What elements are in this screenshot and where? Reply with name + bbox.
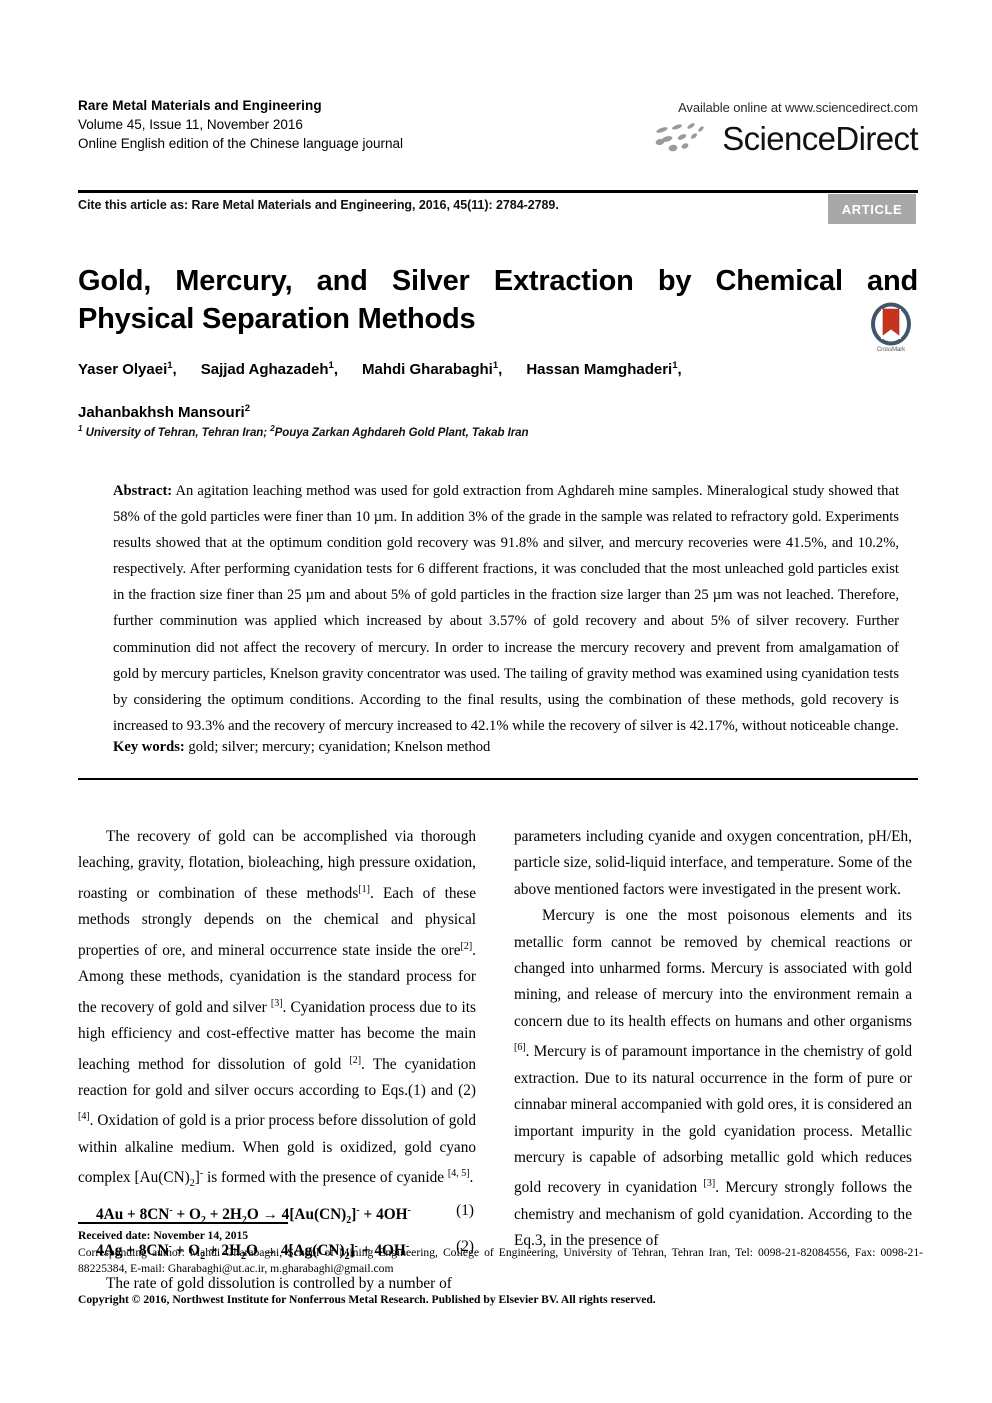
citation-ref-1: [1] <box>358 883 370 895</box>
citation-ref-3: [3] <box>270 997 283 1009</box>
body-column-right: parameters including cyanide and oxygen … <box>514 824 912 1255</box>
right-paragraph-1: parameters including cyanide and oxygen … <box>514 828 912 898</box>
affil-1-text: University of Tehran, Tehran Iran; <box>85 426 268 439</box>
affil-2-text: Pouya Zarkan Aghdareh Gold Plant, Takab … <box>274 426 529 439</box>
author-3-affil: 1 <box>492 360 499 371</box>
author-2: Sajjad Aghazadeh1, <box>200 360 338 378</box>
abstract-body: An agitation leaching method was used fo… <box>113 483 900 734</box>
affiliations: 1 University of Tehran, Tehran Iran; 2Po… <box>78 424 918 439</box>
sciencedirect-swoosh-icon <box>655 123 704 152</box>
journal-name: Rare Metal Materials and Engineering <box>78 98 322 113</box>
abstract-label: Abstract: <box>113 483 173 499</box>
journal-info: Rare Metal Materials and Engineering Vol… <box>78 96 403 153</box>
author-5-affil: 2 <box>244 403 251 414</box>
sciencedirect-block: Available online at www.sciencedirect.co… <box>588 100 919 161</box>
crossmark-logo[interactable]: CrossMark <box>862 302 920 353</box>
corresponding-author: Corresponding author: Mahdi Gharabaghi, … <box>78 1246 923 1276</box>
author-3-name: Mahdi Gharabaghi <box>362 361 493 378</box>
author-5: Jahanbakhsh Mansouri2 <box>78 403 251 421</box>
footer-notes: Received date: November 14, 2015 Corresp… <box>78 1228 923 1308</box>
title-line-1: Gold, Mercury, and Silver Extraction by … <box>78 265 918 297</box>
citation-line: Cite this article as: Rare Metal Materia… <box>78 198 559 212</box>
author-4-affil: 1 <box>672 360 678 371</box>
received-date: Received date: November 14, 2015 <box>78 1229 249 1242</box>
author-1-affil: 1 <box>167 360 173 371</box>
author-1-name: Yaser Olyaei <box>78 361 168 378</box>
left-p1-i: . <box>469 1169 474 1187</box>
paper-page: Rare Metal Materials and Engineering Vol… <box>0 0 992 1403</box>
author-4-name: Hassan Mamghaderi <box>526 361 673 378</box>
citation-ref-2: [2] <box>460 940 473 952</box>
available-online-text: Available online at www.sciencedirect.co… <box>678 100 918 115</box>
body-column-left: The recovery of gold can be accomplished… <box>78 824 476 1297</box>
author-5-name: Jahanbakhsh Mansouri <box>78 404 245 421</box>
masthead: Rare Metal Materials and Engineering Vol… <box>78 96 919 182</box>
author-4: Hassan Mamghaderi1, <box>526 360 682 378</box>
footer-divider <box>78 1222 288 1224</box>
author-2-affil: 1 <box>328 360 334 371</box>
journal-volume: Volume 45, Issue 11, November 2016 <box>78 117 303 132</box>
author-1: Yaser Olyaei1, <box>78 360 177 378</box>
journal-edition: Online English edition of the Chinese la… <box>78 136 403 151</box>
page-title: Gold, Mercury, and Silver Extraction by … <box>78 262 918 338</box>
left-paragraph-1: The recovery of gold can be accomplished… <box>78 824 476 1198</box>
title-line-2: Physical Separation Methods <box>78 303 476 335</box>
citation-ref-6: [4, 5] <box>447 1168 470 1180</box>
right-p2-b: . Mercury is of paramount importance in … <box>514 1043 912 1197</box>
author-3: Mahdi Gharabaghi1, <box>362 360 503 378</box>
right-paragraph-2: Mercury is one the most poisonous elemen… <box>514 903 912 1254</box>
sciencedirect-logo: ScienceDirect <box>588 117 919 161</box>
header-divider <box>78 190 918 193</box>
citation-ref-5: [4] <box>78 1111 90 1123</box>
left-p1-h: is formed with the presence of cyanide <box>203 1169 448 1187</box>
affil-1-marker: 1 <box>78 424 83 433</box>
equation-1-number: (1) <box>456 1201 474 1219</box>
crossmark-label: CrossMark <box>876 347 906 353</box>
keywords-label: Key words: <box>113 739 185 755</box>
copyright-notice: Copyright © 2016, Northwest Institute fo… <box>78 1292 656 1306</box>
keywords-section: Key words: gold; silver; mercury; cyanid… <box>113 734 899 760</box>
article-type-badge: ARTICLE <box>828 194 916 224</box>
author-list: Yaser Olyaei1, Sajjad Aghazadeh1, Mahdi Gh… <box>78 346 868 432</box>
citation-ref-3-right: [3] <box>703 1178 716 1190</box>
author-2-name: Sajjad Aghazadeh <box>200 361 329 378</box>
abstract-section: Abstract: An agitation leaching method w… <box>113 478 899 739</box>
crossmark-icon <box>871 302 911 346</box>
citation-ref-4: [2] <box>349 1054 362 1066</box>
sciencedirect-wordmark: ScienceDirect <box>722 120 918 157</box>
right-p2-a: Mercury is one the most poisonous elemen… <box>514 907 912 1030</box>
abstract-divider <box>78 778 918 780</box>
keywords-text: gold; silver; mercury; cyanidation; Knel… <box>188 739 491 755</box>
citation-ref-6-right: [6] <box>514 1042 526 1054</box>
